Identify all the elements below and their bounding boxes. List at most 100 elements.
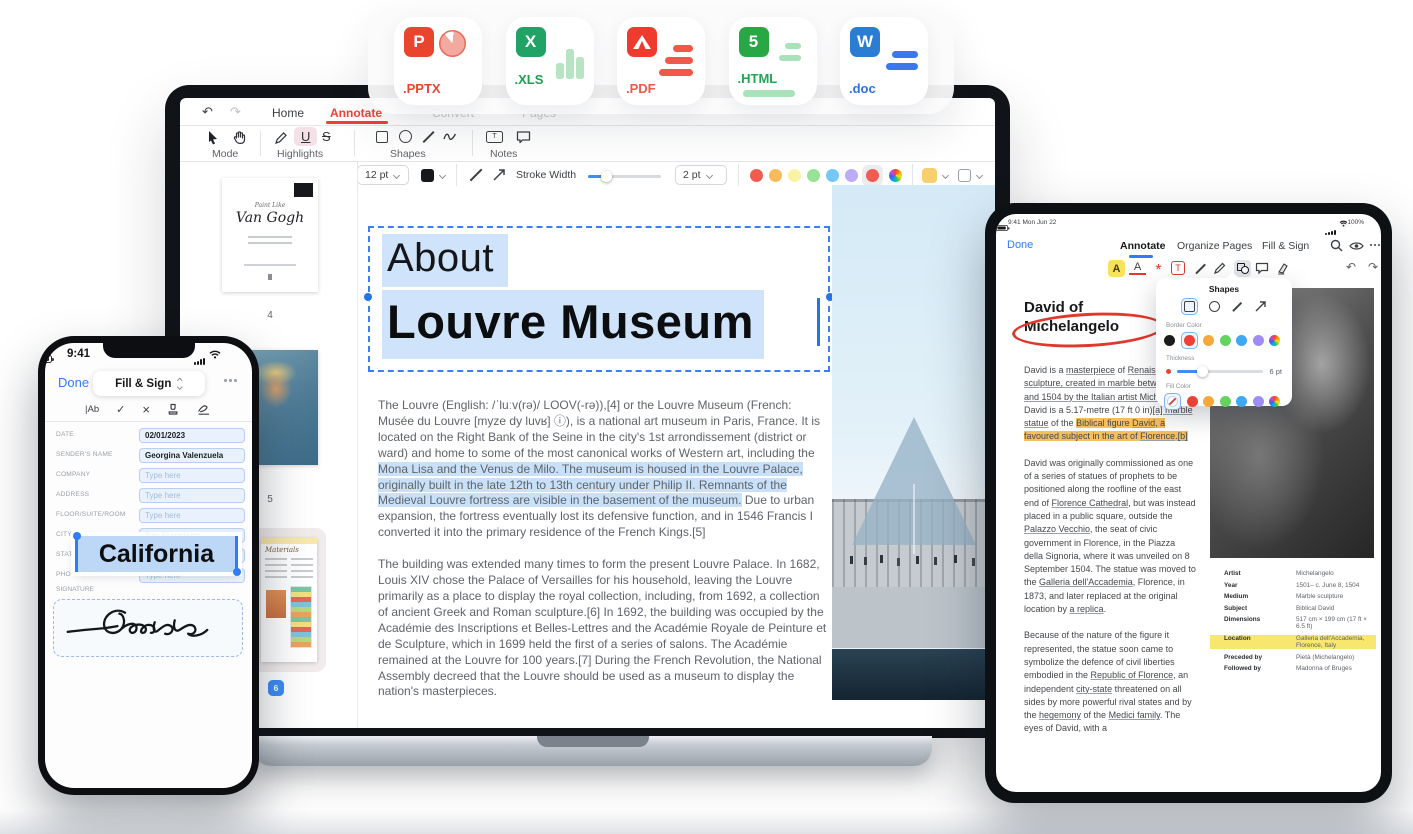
signature-tool-icon[interactable]	[197, 403, 212, 416]
done-button[interactable]: Done	[58, 375, 89, 390]
color-dot[interactable]	[769, 169, 782, 182]
rainbow-color-dot[interactable]	[1269, 396, 1280, 407]
line-shape-tool[interactable]	[423, 131, 435, 143]
doc-tile[interactable]: W .doc	[840, 17, 928, 105]
underline-tool[interactable]: U	[294, 127, 317, 146]
comment-tool[interactable]	[1255, 262, 1272, 279]
rectangle-shape-option-selected[interactable]	[1181, 298, 1198, 315]
text-color-swatch[interactable]	[421, 169, 434, 182]
highlighter-tool[interactable]: A	[1108, 260, 1125, 277]
color-dot[interactable]	[1236, 396, 1247, 407]
text-field-tool[interactable]: |Ab	[85, 404, 99, 415]
cross-tool[interactable]: ×	[142, 402, 150, 417]
stroke-width-slider[interactable]	[588, 175, 661, 178]
pdf-tile[interactable]: .PDF	[617, 17, 705, 105]
fill-swatch-chevron[interactable]	[942, 172, 949, 179]
scribble-shape-tool[interactable]	[443, 131, 457, 143]
state-value-selection[interactable]: California	[75, 536, 238, 572]
border-swatch-chevron[interactable]	[976, 172, 983, 179]
color-dot[interactable]	[1203, 396, 1214, 407]
color-dot[interactable]	[826, 169, 839, 182]
tab-fill-sign[interactable]: Fill & Sign	[1262, 240, 1309, 252]
arrow-tool-icon[interactable]	[492, 167, 507, 182]
strikethrough-tool[interactable]: S	[322, 129, 331, 144]
arrow-shape-option[interactable]	[1254, 300, 1267, 313]
line-shape-option[interactable]	[1232, 302, 1242, 312]
star-annotation-tool[interactable]: *	[1150, 262, 1167, 279]
more-button[interactable]	[224, 379, 238, 382]
redo-icon[interactable]: ↷	[1368, 260, 1378, 274]
tab-organize-pages[interactable]: Organize Pages	[1177, 240, 1252, 252]
selection-caret-right[interactable]	[235, 536, 238, 572]
color-dot[interactable]	[1187, 396, 1198, 407]
html-tile[interactable]: 5 .HTML	[729, 17, 817, 105]
pen-tool[interactable]	[1192, 260, 1209, 277]
fill-sign-selector[interactable]: Fill & Sign	[93, 371, 205, 396]
selection-handle-left[interactable]	[363, 292, 373, 302]
selection-caret-left[interactable]	[75, 536, 78, 572]
color-dot[interactable]	[788, 169, 801, 182]
checkmark-tool[interactable]: ✓	[116, 403, 125, 416]
ellipse-shape-tool[interactable]	[399, 130, 412, 143]
marker-tool[interactable]	[1276, 261, 1293, 278]
rainbow-color-dot[interactable]	[1269, 335, 1280, 346]
selected-color-dot[interactable]	[862, 165, 883, 186]
selected-no-fill[interactable]	[1164, 393, 1181, 410]
floor-suite-room-field[interactable]: Type here	[139, 508, 245, 523]
text-color-dropdown-chevron[interactable]	[439, 172, 446, 179]
popup-title: Shapes	[1156, 278, 1292, 294]
rainbow-color-dot[interactable]	[889, 169, 902, 182]
ellipse-shape-option[interactable]	[1209, 301, 1220, 312]
border-style-swatch[interactable]	[958, 169, 971, 182]
color-dot[interactable]	[1164, 335, 1175, 346]
eye-icon[interactable]	[1349, 241, 1364, 251]
hand-tool-icon[interactable]	[232, 130, 247, 145]
cursor-tool-icon[interactable]	[206, 130, 220, 145]
fill-color-swatch[interactable]	[922, 168, 937, 183]
color-dot[interactable]	[750, 169, 763, 182]
thickness-slider[interactable]	[1177, 370, 1263, 373]
slider-knob[interactable]	[601, 171, 612, 182]
signature-box[interactable]	[53, 599, 243, 657]
color-dot[interactable]	[1220, 396, 1231, 407]
tab-annotate[interactable]: Annotate	[1120, 240, 1166, 252]
done-button[interactable]: Done	[1007, 239, 1033, 251]
more-button[interactable]	[1370, 244, 1381, 247]
underline-tool[interactable]: A	[1129, 260, 1146, 275]
color-dot[interactable]	[1253, 396, 1264, 407]
shapes-tool-selected[interactable]	[1234, 260, 1251, 277]
slider-knob[interactable]	[1197, 366, 1208, 377]
undo-icon[interactable]: ↶	[1346, 260, 1356, 274]
xls-tile[interactable]: X .XLS	[506, 17, 594, 105]
company-field[interactable]: Type here	[139, 468, 245, 483]
tab-home[interactable]: Home	[272, 106, 304, 120]
redo-icon[interactable]: ↷	[230, 104, 241, 120]
page-thumbnail-6[interactable]: Materials	[261, 538, 317, 662]
color-dot[interactable]	[1220, 335, 1231, 346]
text-note-tool[interactable]: T	[486, 131, 503, 143]
date-field[interactable]: 02/01/2023	[139, 428, 245, 443]
color-dot[interactable]	[1236, 335, 1247, 346]
page-thumbnail-4[interactable]: Paint Like Van Gogh	[222, 178, 318, 292]
text-box-tool[interactable]: T	[1171, 261, 1185, 275]
color-dot[interactable]	[1253, 335, 1264, 346]
color-dot[interactable]	[807, 169, 820, 182]
pptx-tile[interactable]: P .PPTX	[394, 17, 482, 105]
color-dot[interactable]	[845, 169, 858, 182]
color-dot[interactable]	[1203, 335, 1214, 346]
stroke-size-dropdown[interactable]: 2 pt	[675, 165, 727, 185]
selected-thumbnail-wrap[interactable]: Materials	[252, 528, 326, 672]
search-icon[interactable]	[1330, 239, 1343, 252]
tab-annotate[interactable]: Annotate	[330, 106, 382, 120]
undo-icon[interactable]: ↶	[202, 104, 213, 120]
line-tool-icon[interactable]	[470, 169, 483, 182]
text-selection-box[interactable]: About Louvre Museum	[368, 226, 830, 372]
stamp-tool-icon[interactable]	[167, 403, 180, 416]
rectangle-shape-tool[interactable]	[376, 131, 388, 143]
comment-note-tool[interactable]	[516, 130, 531, 144]
sender-name-field[interactable]: Georgina Valenzuela	[139, 448, 245, 463]
address-field[interactable]: Type here	[139, 488, 245, 503]
pencil-highlight-icon[interactable]	[274, 131, 288, 145]
selected-border-color[interactable]	[1181, 332, 1198, 349]
font-size-dropdown[interactable]: 12 pt	[357, 165, 409, 185]
